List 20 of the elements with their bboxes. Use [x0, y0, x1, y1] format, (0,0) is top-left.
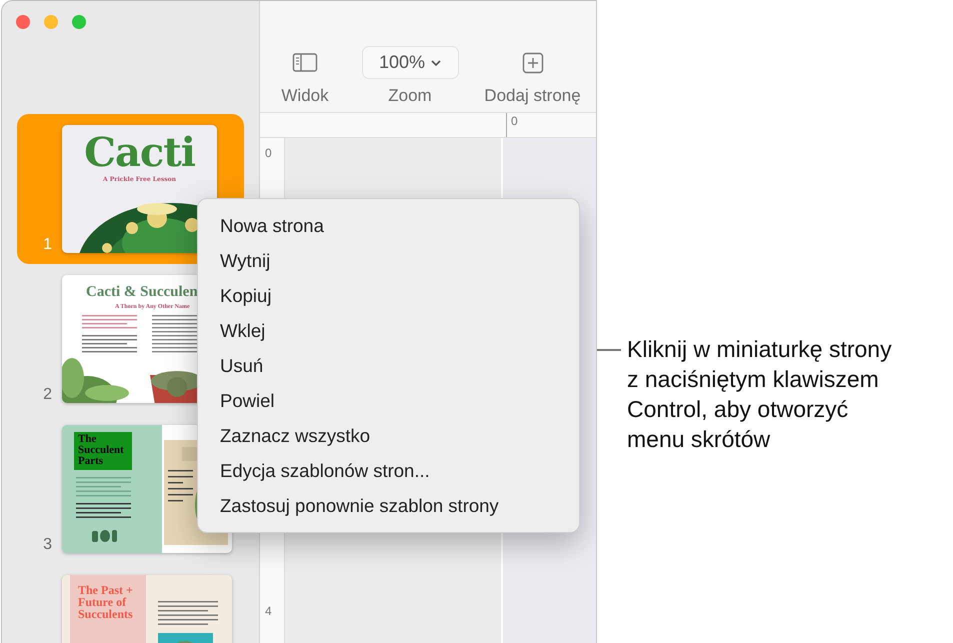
ruler-number: 0: [511, 114, 518, 128]
zoom-button[interactable]: [72, 15, 86, 29]
thumbnail-title: The Past + Future of Succulents: [78, 584, 134, 620]
chevron-icon: [431, 58, 442, 66]
zoom-dropdown[interactable]: 100%: [362, 46, 458, 79]
page-number: 1: [43, 236, 52, 253]
page-number: 2: [43, 386, 52, 403]
callout-text: Kliknij w miniaturkę strony z naciśniętym klawiszem Control, aby otworzyć menu skrótów: [627, 335, 893, 454]
thumbnail-title: The Succulent Parts: [74, 432, 132, 470]
close-button[interactable]: [16, 15, 30, 29]
toolbar-label: Dodaj stronę: [484, 87, 581, 104]
zoom-label: Zoom: [388, 87, 432, 104]
toolbar-label: Widok: [281, 87, 329, 104]
page-number: 3: [43, 536, 52, 553]
thumbnail-title: Cacti: [83, 128, 196, 173]
minimize-button[interactable]: [44, 15, 58, 29]
ruler-number: 0: [264, 145, 273, 162]
cactus-icon: [90, 528, 120, 542]
ruler-number: 4: [264, 603, 273, 620]
thumbnail-title: Cacti & Succulen: [86, 285, 198, 300]
